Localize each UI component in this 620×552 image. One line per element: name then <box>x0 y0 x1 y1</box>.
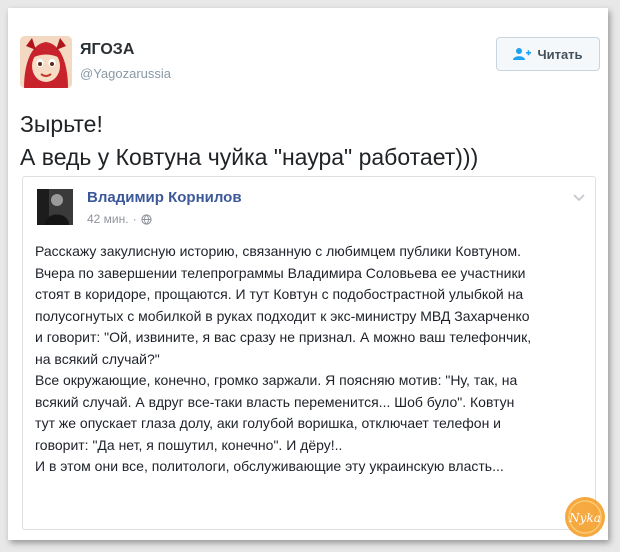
add-user-icon <box>513 48 532 60</box>
chevron-down-icon[interactable] <box>573 189 585 207</box>
tweet-text-line: А ведь у Ковтуна чуйка "наура" работает)… <box>20 144 479 170</box>
post-body-line: Все окружающие, конечно, громко заржали.… <box>35 372 518 388</box>
author-avatar[interactable] <box>20 36 72 88</box>
post-body-line: говорит: "Да нет, я пошутил, конечно". И… <box>35 436 343 453</box>
tweet-text-line: Зырьте! <box>20 111 103 137</box>
separator-dot: · <box>132 212 137 226</box>
post-body-line: полусогнутых с мобилкой в руках подходит… <box>35 307 530 324</box>
svg-text:Nyka: Nyka <box>568 511 601 525</box>
post-body-line: Расскажу закулисную историю, связанную с… <box>35 243 522 259</box>
post-time[interactable]: 42 мин. <box>87 212 129 226</box>
post-body-line: стоят в коридоре, прощаются. И тут Ковту… <box>35 286 524 302</box>
post-author-avatar[interactable] <box>37 189 73 225</box>
post-body-line: тут же опускает глаза долу, аки голубой … <box>35 415 502 431</box>
post-body-line: на всякий случай?" <box>35 350 160 367</box>
author-name[interactable]: ЯГОЗА <box>80 41 134 59</box>
screenshot-frame: ЯГОЗА @Yagozarussia Читать Зырьте! А вед… <box>8 8 608 540</box>
post-body: Расскажу закулисную историю, связанную с… <box>35 241 587 478</box>
avatar-image <box>20 36 72 88</box>
post-body-line: и говорит: "Ой, извините, я вас сразу не… <box>35 329 532 345</box>
tweet-text: Зырьте! А ведь у Ковтуна чуйка "наура" р… <box>20 108 600 174</box>
globe-icon <box>140 213 152 225</box>
embedded-post-card[interactable]: Владимир Корнилов 42 мин. · Расскажу зак… <box>22 176 596 530</box>
post-body-line: И в этом они все, политологи, обслуживаю… <box>35 458 504 474</box>
post-meta: 42 мин. · <box>87 212 152 226</box>
watermark-logo: Nyka <box>564 496 606 538</box>
post-author-name[interactable]: Владимир Корнилов <box>87 189 242 206</box>
avatar-image <box>37 189 73 225</box>
follow-label: Читать <box>537 46 583 62</box>
post-body-line: Вчера по завершении телепрограммы Владим… <box>35 264 526 281</box>
author-handle[interactable]: @Yagozarussia <box>80 66 171 81</box>
post-body-line: всякий случай. А вдруг все-таки власть п… <box>35 393 515 410</box>
tweet-header: ЯГОЗА @Yagozarussia Читать <box>20 36 600 96</box>
follow-button[interactable]: Читать <box>496 37 600 71</box>
